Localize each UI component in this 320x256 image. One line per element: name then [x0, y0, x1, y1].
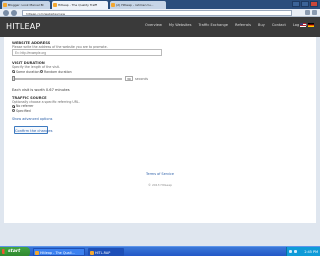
wrench-icon[interactable]	[312, 10, 317, 15]
random-duration-radio[interactable]	[40, 70, 43, 73]
language-flags	[300, 23, 314, 27]
browser-icon	[35, 251, 39, 255]
show-advanced-link[interactable]: Show advanced options	[12, 117, 52, 121]
blogger-favicon-icon	[3, 3, 7, 7]
specified-referrer-radio[interactable]	[12, 109, 15, 112]
random-duration-label: Random duration	[44, 69, 72, 74]
visit-value-text: Each visit is worth 0.67 minutes	[12, 88, 70, 92]
website-address-input[interactable]	[12, 49, 162, 56]
taskbar-item-hitleap[interactable]: HITL-RAP	[88, 248, 124, 256]
browser-tools	[305, 10, 317, 15]
site-header: HITLEAP Overview My Websites Traffic Exc…	[0, 17, 320, 37]
tab-label: (2) Hitleap - rahmen tu...	[116, 3, 154, 7]
menu-buy[interactable]: Buy	[258, 23, 265, 27]
browser-tab-bar: Blogger: Look Marvel Bl Hitleap - The Qu…	[0, 0, 320, 9]
de-flag-icon[interactable]	[308, 23, 314, 27]
address-bar[interactable]: hitleap.com/websites/new	[22, 10, 292, 16]
same-duration-radio[interactable]	[12, 70, 16, 74]
confirm-changes-button[interactable]: Confirm the changes	[14, 126, 52, 134]
menu-referrals[interactable]: Referrals	[235, 23, 251, 27]
volume-icon[interactable]	[294, 250, 297, 253]
tab-label: Blogger: Look Marvel Bl	[8, 3, 44, 7]
hitleap-favicon-icon	[53, 3, 57, 7]
hitleap-favicon-icon	[111, 3, 115, 7]
forward-icon[interactable]	[11, 10, 17, 16]
clock: 2:45 PM	[304, 250, 318, 254]
duration-slider-handle[interactable]	[12, 76, 15, 81]
browser-tab-hitleap[interactable]: Hitleap - The Quality Traffi	[52, 1, 108, 9]
site-logo[interactable]: HITLEAP	[6, 22, 40, 31]
window-controls	[292, 1, 318, 7]
minimize-icon[interactable]	[292, 1, 300, 7]
menu-contact[interactable]: Contact	[272, 23, 286, 27]
task-label: HITL-RAP	[95, 251, 111, 255]
us-flag-icon[interactable]	[300, 23, 306, 27]
start-label: start	[8, 249, 21, 254]
seconds-value[interactable]: 30	[125, 76, 133, 81]
menu-overview[interactable]: Overview	[145, 23, 162, 27]
content-panel: WEBSITE ADDRESS Please write the address…	[4, 37, 316, 223]
browser-tab-blogger[interactable]: Blogger: Look Marvel Bl	[2, 1, 50, 9]
windows-logo-icon	[2, 249, 7, 254]
hitleap-app-icon	[90, 251, 94, 255]
browser-navbar: hitleap.com/websites/new	[0, 9, 320, 17]
menu-my-websites[interactable]: My Websites	[169, 23, 192, 27]
no-referrer-radio[interactable]	[12, 104, 16, 108]
menu-traffic-exchange[interactable]: Traffic Exchange	[199, 23, 229, 27]
duration-slider-track[interactable]	[12, 78, 122, 80]
no-referrer-label: No referrer	[16, 104, 34, 108]
seconds-unit: seconds	[135, 76, 149, 81]
close-icon[interactable]	[310, 1, 318, 7]
main-menu: Overview My Websites Traffic Exchange Re…	[145, 23, 307, 27]
start-button[interactable]: start	[0, 247, 30, 256]
windows-taskbar: start Hitleap - The Quali... HITL-RAP 2:…	[0, 246, 320, 256]
terms-of-service-link[interactable]: Terms of Service	[0, 172, 320, 176]
copyright-note: © 2013 HitLeap	[147, 183, 172, 187]
task-label: Hitleap - The Quali...	[40, 251, 75, 255]
back-icon[interactable]	[3, 10, 9, 16]
specified-referrer-label: Specified	[16, 108, 31, 113]
taskbar-item-browser[interactable]: Hitleap - The Quali...	[33, 248, 85, 256]
tab-label: Hitleap - The Quality Traffi	[58, 3, 98, 7]
visit-duration-hint: Specify the length of the visit.	[12, 65, 60, 69]
network-icon[interactable]	[289, 250, 292, 253]
system-tray: 2:45 PM	[286, 247, 320, 256]
maximize-icon[interactable]	[301, 1, 309, 7]
star-icon[interactable]	[305, 10, 310, 15]
same-duration-label: Same duration	[16, 69, 40, 74]
browser-tab-hitleap-2[interactable]: (2) Hitleap - rahmen tu...	[110, 1, 166, 9]
